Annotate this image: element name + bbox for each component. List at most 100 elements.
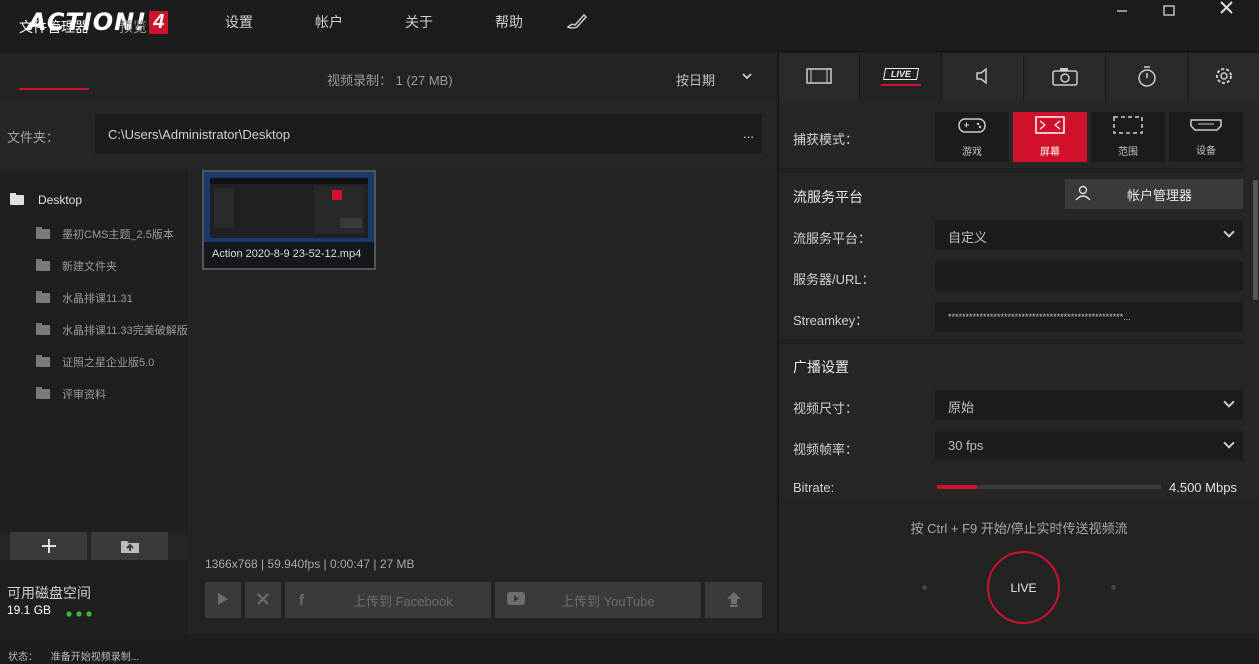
bitrate-value: 4.500 Mbps	[1169, 480, 1237, 495]
chevron-down-icon[interactable]	[741, 70, 753, 82]
capture-mode-region-label: 范围	[1118, 147, 1138, 158]
capture-mode-game[interactable]: 游戏	[935, 112, 1009, 162]
indicator-dot	[922, 585, 927, 590]
thumbnail-preview-image	[204, 172, 374, 242]
fps-label: 视频帧率：	[793, 442, 859, 457]
section-divider	[779, 339, 1245, 344]
tab-settings[interactable]	[1189, 53, 1259, 101]
close-icon[interactable]	[1207, 0, 1247, 22]
tree-item-label: 墨初CMS主题_2.5版本	[62, 229, 174, 241]
account-manager-button[interactable]: 帐户管理器	[1065, 179, 1243, 209]
platform-select[interactable]: 自定义	[935, 220, 1243, 250]
folder-icon	[36, 259, 50, 271]
film-icon	[806, 67, 832, 88]
tab-preview[interactable]: 预览	[119, 17, 147, 37]
folder-icon	[36, 227, 50, 239]
folder-icon	[36, 355, 50, 367]
account-manager-label: 帐户管理器	[1127, 187, 1193, 203]
bitrate-label: Bitrate:	[793, 480, 835, 495]
tree-item[interactable]: 水晶排课11.33完美破解版	[36, 322, 188, 338]
server-url-input[interactable]	[935, 261, 1243, 291]
menu-about[interactable]: 关于	[405, 12, 433, 32]
logo-number: 4	[149, 10, 169, 34]
tab-file-manager[interactable]: 文件管理器	[19, 17, 89, 37]
tree-item-label: 证照之星企业版5.0	[62, 357, 155, 369]
video-size-value: 原始	[948, 400, 975, 415]
section-divider	[779, 168, 1245, 173]
capture-mode-region[interactable]: 范围	[1091, 112, 1165, 162]
video-thumbnail[interactable]: Action 2020-8-9 23-52-12.mp4	[202, 170, 376, 270]
tree-item-label: 水晶排课11.33完美破解版	[62, 325, 188, 337]
fps-select[interactable]: 30 fps	[935, 431, 1243, 461]
folder-icon	[36, 323, 50, 335]
capture-mode-screen[interactable]: 屏幕	[1013, 112, 1087, 162]
tab-audio[interactable]	[943, 53, 1024, 101]
capture-mode-game-label: 游戏	[962, 147, 982, 158]
streamkey-label: Streamkey：	[793, 313, 869, 328]
add-folder-button[interactable]	[10, 532, 87, 562]
disk-label: 可用磁盘空间	[7, 585, 91, 601]
folder-label: 文件夹：	[7, 130, 60, 145]
platform-value: 自定义	[948, 230, 988, 245]
stopwatch-icon	[1136, 65, 1158, 90]
speaker-icon	[973, 66, 993, 89]
sort-label[interactable]: 按日期	[676, 70, 715, 89]
streamkey-value: ****************************************…	[948, 312, 1131, 322]
streamkey-input[interactable]: ****************************************…	[935, 302, 1243, 332]
upload-arrow-icon	[726, 591, 742, 610]
minimize-icon[interactable]	[1102, 0, 1142, 22]
tree-item-label: 评审资料	[62, 389, 106, 401]
folder-icon	[10, 193, 24, 205]
upload-button[interactable]	[705, 582, 762, 618]
tree-item-desktop[interactable]: Desktop	[10, 193, 82, 207]
folder-path-field[interactable]: C:\Users\Administrator\Desktop ...	[95, 114, 762, 154]
folder-tree	[0, 170, 188, 534]
tab-live[interactable]: LIVE	[861, 53, 942, 101]
browse-more-button[interactable]: ...	[743, 126, 754, 141]
play-icon	[217, 592, 229, 609]
settings-scrollbar[interactable]	[1253, 180, 1258, 300]
tree-item[interactable]: 证照之星企业版5.0	[36, 354, 154, 370]
go-live-button[interactable]: LIVE	[987, 551, 1060, 624]
upload-facebook-label: 上传到 Facebook	[353, 593, 453, 609]
bitrate-slider[interactable]	[937, 485, 1161, 489]
upload-folder-button[interactable]	[91, 532, 168, 562]
active-tab-underline	[19, 88, 89, 90]
x-icon	[257, 592, 269, 608]
capture-mode-device[interactable]: 设备	[1169, 112, 1243, 162]
gear-icon	[1213, 65, 1235, 90]
plus-icon	[41, 534, 57, 560]
tree-item-label: 新建文件夹	[62, 261, 117, 273]
fullscreen-icon	[1035, 116, 1065, 137]
tab-video-record[interactable]	[779, 53, 860, 101]
play-button[interactable]	[205, 582, 241, 618]
chevron-down-icon	[1223, 396, 1235, 408]
video-size-select[interactable]: 原始	[935, 390, 1243, 420]
folder-path-text: C:\Users\Administrator\Desktop	[108, 127, 291, 142]
maximize-icon[interactable]	[1150, 0, 1190, 22]
menu-help[interactable]: 帮助	[495, 12, 523, 32]
tab-screenshot[interactable]	[1025, 53, 1106, 101]
region-icon	[1113, 116, 1143, 137]
bitrate-slider-fill	[937, 485, 978, 489]
status-text: 准备开始视频录制...	[50, 652, 140, 663]
upload-youtube-button[interactable]: 上传到 YouTube	[495, 582, 701, 618]
menu-settings[interactable]: 设置	[225, 12, 253, 32]
capture-mode-screen-label: 屏幕	[1040, 147, 1060, 158]
tree-item[interactable]: 墨初CMS主题_2.5版本	[36, 226, 174, 242]
tree-item[interactable]: 水晶排课11.31	[36, 290, 133, 306]
disk-value: 19.1 GB	[7, 603, 52, 617]
live-hotkey-hint: 按 Ctrl + F9 开始/停止实时传送视频流	[910, 521, 1128, 536]
menu-account[interactable]: 帐户	[315, 12, 343, 32]
status-label: 状态：	[8, 652, 38, 663]
upload-facebook-button[interactable]: f 上传到 Facebook	[285, 582, 491, 618]
delete-button[interactable]	[245, 582, 281, 618]
upload-youtube-label: 上传到 YouTube	[561, 593, 655, 609]
fps-value: 30 fps	[948, 438, 984, 453]
tree-item[interactable]: 评审资料	[36, 386, 106, 402]
top-bar	[0, 0, 1259, 52]
tab-timer[interactable]	[1107, 53, 1188, 101]
pen-icon[interactable]	[566, 12, 588, 30]
folder-icon	[36, 387, 50, 399]
tree-item[interactable]: 新建文件夹	[36, 258, 117, 274]
